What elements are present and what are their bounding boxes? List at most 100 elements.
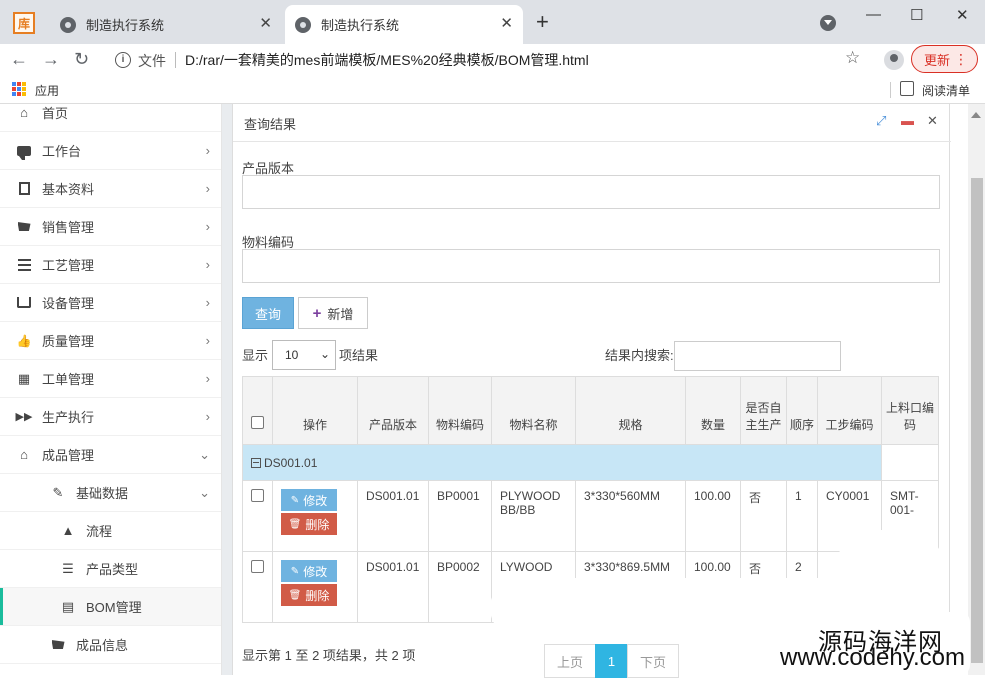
sidebar-item-label: 基础数据	[76, 486, 129, 501]
sidebar-item-flow[interactable]: ▲ 流程	[0, 512, 221, 550]
column-header-self-made[interactable]: 是否自主生产	[740, 376, 787, 445]
minimize-button[interactable]: —	[866, 6, 881, 23]
browser-tab-1[interactable]: 制造执行系统 ✕	[50, 5, 282, 44]
row-check-cell	[242, 551, 273, 623]
url-field[interactable]: D:/rar/一套精美的mes前端模板/MES%20经典模板/BOM管理.htm…	[185, 50, 589, 70]
chevron-right-icon: ›	[205, 181, 210, 196]
column-header-seq[interactable]: 顺序	[786, 376, 818, 445]
apps-label[interactable]: 应用	[35, 82, 59, 99]
cart-icon	[16, 220, 32, 234]
sidebar-item-sales[interactable]: 销售管理 ›	[0, 208, 221, 246]
add-button[interactable]: + 新增	[298, 297, 368, 329]
sidebar-item-label: 工艺管理	[42, 258, 95, 273]
apps-grid-icon[interactable]	[12, 82, 26, 96]
sidebar-item-label: 生产执行	[42, 410, 95, 425]
back-arrow-icon[interactable]: ←	[10, 49, 28, 69]
material-code-input[interactable]	[242, 249, 940, 283]
globe-icon	[60, 16, 76, 33]
browser-tab-2[interactable]: 制造执行系统 ✕	[285, 5, 523, 44]
sidebar-item-product-info[interactable]: 成品信息	[0, 626, 221, 664]
cart-icon	[50, 638, 66, 652]
column-header-step[interactable]: 工步编码	[817, 376, 882, 445]
page-scrollbar-thumb[interactable]	[971, 178, 983, 663]
sidebar-item-home[interactable]: ⌂ 首页	[0, 104, 221, 132]
reading-list-icon[interactable]	[900, 81, 914, 96]
sidebar-item-process[interactable]: 工艺管理 ›	[0, 246, 221, 284]
prev-page-button[interactable]: 上页	[544, 644, 596, 678]
close-tab-icon[interactable]: ✕	[500, 16, 513, 32]
expand-icon[interactable]: ⤢	[876, 113, 886, 129]
road-icon: ▲	[61, 523, 75, 538]
column-header-spec[interactable]: 规格	[575, 376, 686, 445]
delete-label: 删除	[305, 588, 330, 603]
reload-icon[interactable]: ↻	[74, 49, 89, 69]
chevron-right-icon: ›	[205, 143, 210, 158]
globe-icon	[295, 16, 311, 33]
sidebar-item-label: 产品类型	[86, 562, 139, 577]
info-icon[interactable]: i	[115, 52, 131, 68]
close-tab-icon[interactable]: ✕	[259, 16, 272, 32]
edit-label: 修改	[303, 564, 328, 579]
watermark-line2: www.codehy.com	[780, 644, 965, 671]
sidebar-item-label: 成品管理	[42, 448, 95, 463]
query-button[interactable]: 查询	[242, 297, 294, 329]
delete-button[interactable]: 🗑 删除	[281, 513, 337, 535]
reading-list-label[interactable]: 阅读清单	[922, 82, 970, 99]
edit-button[interactable]: ✎ 修改	[281, 560, 337, 582]
profile-avatar[interactable]	[884, 50, 904, 70]
group-label: DS001.01	[264, 455, 318, 470]
select-all-checkbox[interactable]	[251, 416, 264, 429]
pagination: 上页 1 下页	[544, 644, 679, 678]
sidebar-item-basic-data[interactable]: 基本资料 ›	[0, 170, 221, 208]
group-row[interactable]: DS001.01	[242, 444, 939, 481]
chevron-right-icon: ›	[205, 219, 210, 234]
collapse-icon[interactable]: ▬	[901, 113, 914, 129]
chevron-right-icon: ›	[205, 409, 210, 424]
cell-seq: 1	[786, 480, 818, 552]
scroll-up-arrow-icon[interactable]	[971, 112, 981, 118]
page-length-select[interactable]: 10 ⌄	[272, 340, 336, 370]
forward-arrow-icon[interactable]: →	[42, 49, 60, 69]
table-search-input[interactable]	[674, 341, 841, 371]
collapse-group-icon[interactable]	[251, 457, 261, 468]
maximize-button[interactable]: ☐	[910, 6, 923, 24]
row-checkbox[interactable]	[251, 560, 264, 573]
delete-button[interactable]: 🗑 删除	[281, 584, 337, 606]
tab-search-icon[interactable]	[820, 15, 836, 31]
sidebar-item-quality[interactable]: 👍 质量管理 ›	[0, 322, 221, 360]
sidebar-item-finished-goods[interactable]: ⌂ 成品管理 ⌄	[0, 436, 221, 474]
sidebar-item-workbench[interactable]: 工作台 ›	[0, 132, 221, 170]
sidebar-item-production[interactable]: ▶▶ 生产执行 ›	[0, 398, 221, 436]
page-button-1[interactable]: 1	[595, 644, 628, 678]
product-version-input[interactable]	[242, 175, 940, 209]
table-header-row: 操作 产品版本 物料编码 物料名称 规格 数量 是否自主生产 顺序 工步编码 上…	[242, 376, 939, 445]
trash-icon: 🗑	[288, 518, 302, 530]
chevron-right-icon: ›	[205, 371, 210, 386]
more-menu-icon: ⋮	[954, 51, 968, 67]
update-button[interactable]: 更新 ⋮	[911, 45, 978, 73]
column-header-version[interactable]: 产品版本	[357, 376, 429, 445]
row-checkbox[interactable]	[251, 489, 264, 502]
document-icon	[16, 182, 32, 196]
sidebar-item-bom[interactable]: ▤ BOM管理	[0, 588, 221, 626]
column-header-code[interactable]: 物料编码	[428, 376, 492, 445]
address-bar: ← → ↻ i 文件 D:/rar/一套精美的mes前端模板/MES%20经典模…	[0, 44, 985, 76]
close-window-button[interactable]: ✕	[956, 6, 969, 24]
sidebar-item-product-type[interactable]: ☰ 产品类型	[0, 550, 221, 588]
sidebar-item-equipment[interactable]: 设备管理 ›	[0, 284, 221, 322]
edit-button[interactable]: ✎ 修改	[281, 489, 337, 511]
column-header-port[interactable]: 上料口编码	[881, 376, 939, 445]
group-cell[interactable]: DS001.01	[242, 444, 882, 481]
comment-icon	[16, 144, 32, 160]
column-header-qty[interactable]: 数量	[685, 376, 741, 445]
column-header-name[interactable]: 物料名称	[491, 376, 576, 445]
close-icon[interactable]: ✕	[927, 113, 938, 129]
cell-code: BP0001	[428, 480, 492, 552]
sidebar-item-work-order[interactable]: ▦ 工单管理 ›	[0, 360, 221, 398]
new-tab-button[interactable]: +	[536, 10, 549, 34]
sidebar-item-label: 销售管理	[42, 220, 95, 235]
next-page-button[interactable]: 下页	[627, 644, 679, 678]
sidebar-item-base-data[interactable]: ✎ 基础数据 ⌄	[0, 474, 221, 512]
bookmark-star-icon[interactable]: ☆	[845, 48, 860, 68]
edit-icon: ✎	[290, 494, 300, 506]
